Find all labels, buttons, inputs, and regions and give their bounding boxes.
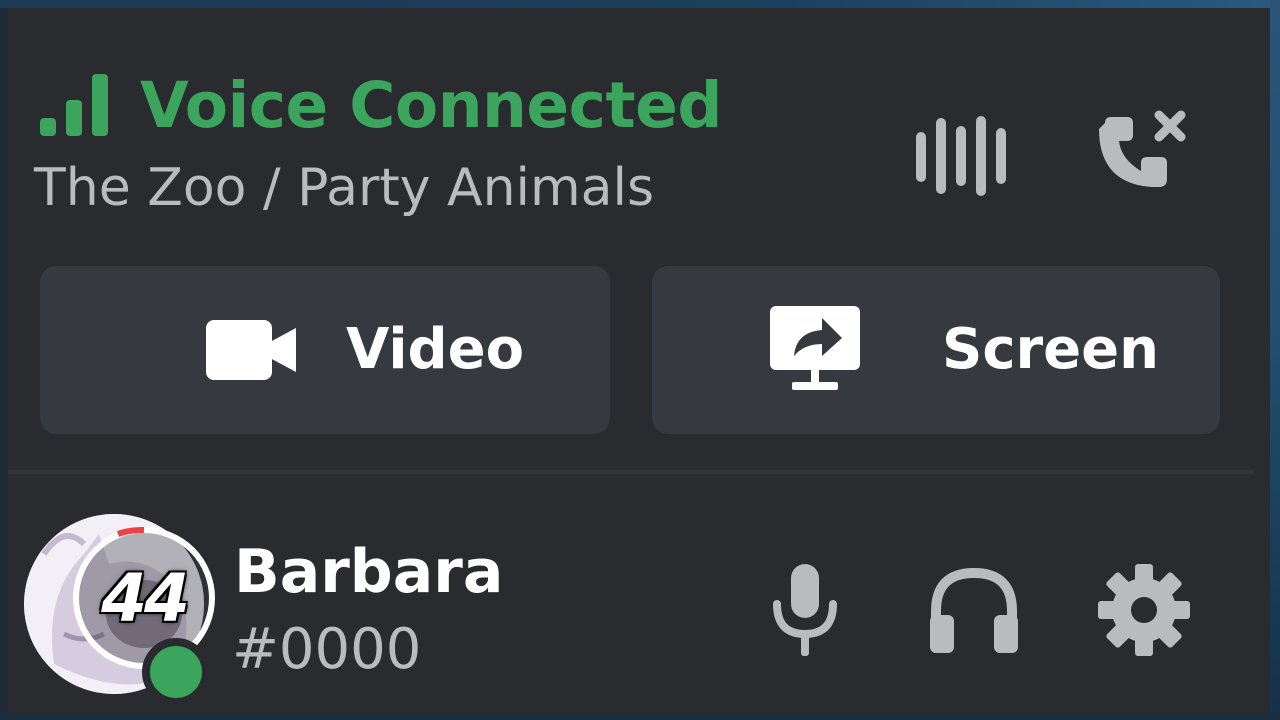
signal-bars-icon: [40, 74, 108, 136]
screen-share-button[interactable]: Screen: [652, 266, 1220, 434]
mute-microphone-button[interactable]: [760, 560, 850, 660]
video-button[interactable]: Video: [40, 266, 610, 434]
deafen-headphones-button[interactable]: [924, 560, 1024, 660]
username[interactable]: Barbara: [234, 534, 503, 610]
voice-user-panel: Voice Connected The Zoo / Party Animals: [8, 8, 1270, 714]
disconnect-button[interactable]: [1088, 98, 1198, 208]
window-frame-right: [1270, 0, 1280, 720]
window-frame-bottom: [0, 714, 1280, 720]
video-button-label: Video: [346, 317, 525, 382]
voice-connection-section: Voice Connected The Zoo / Party Animals: [8, 8, 1270, 472]
screen-button-label: Screen: [942, 317, 1159, 382]
soundboard-button[interactable]: [914, 108, 1014, 204]
user-info-section: 44 Barbara #0000: [8, 474, 1270, 714]
screen-share-icon: [770, 306, 860, 390]
voice-status-title[interactable]: Voice Connected: [140, 66, 722, 146]
user-settings-button[interactable]: [1094, 560, 1194, 660]
soundboard-icon: [916, 116, 1006, 196]
user-discriminator[interactable]: #0000: [232, 614, 421, 686]
gear-icon: [1098, 564, 1190, 656]
voice-channel-path[interactable]: The Zoo / Party Animals: [34, 153, 654, 223]
phone-disconnect-icon: [1099, 110, 1186, 187]
microphone-icon: [773, 564, 837, 656]
video-camera-icon: [206, 320, 296, 380]
window-frame-top: [0, 0, 1280, 8]
online-status-indicator: [142, 638, 210, 706]
headphones-icon: [930, 567, 1018, 653]
